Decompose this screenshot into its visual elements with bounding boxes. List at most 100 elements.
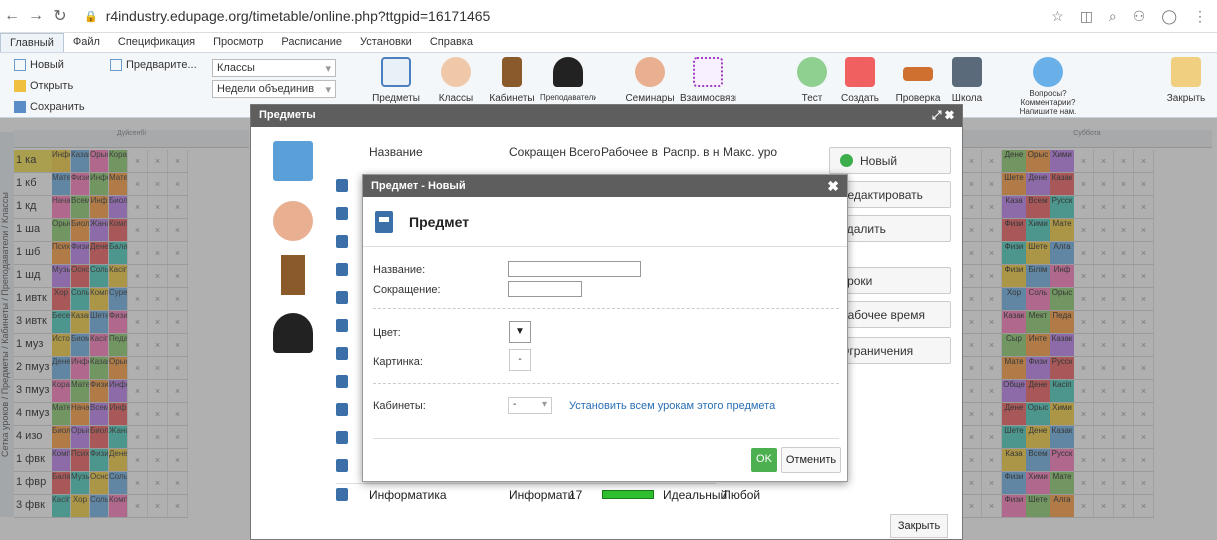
menu-help[interactable]: Справка [421,33,482,52]
classes-label: Классы [438,93,474,104]
divider [373,438,839,439]
new-subject-label: Новый [860,154,898,168]
school-icon [952,57,982,87]
close-dialog-button[interactable]: Закрыть [890,514,948,538]
save-button[interactable]: Сохранить [14,101,85,113]
subject-icon [336,319,348,332]
short-label: Сокращение: [373,284,441,296]
new-file-icon [14,59,26,71]
view-select[interactable]: Классы [212,59,336,77]
close-icon[interactable]: ✖ [827,178,839,195]
exit-icon [1171,57,1201,87]
extension-icon[interactable]: ⚇ [1133,8,1146,25]
profile-icon[interactable]: ◯ [1161,8,1177,25]
col-name[interactable]: Название [369,145,423,159]
menu-view[interactable]: Просмотр [204,33,272,52]
close-app-button[interactable]: Закрыть [1158,57,1214,104]
seminars-button[interactable]: Семинары [622,57,678,104]
subjects-label: Предметы [372,93,420,104]
star-icon[interactable]: ☆ [1051,8,1064,25]
new-subject-button[interactable]: Новый [829,147,951,174]
school-button[interactable]: Школа [946,57,988,104]
teachers-button[interactable]: Преподаватели [540,57,596,102]
create-label: Создать [840,93,879,104]
col-short[interactable]: Сокращен [509,145,566,159]
classes-side-icon[interactable] [273,201,313,241]
reload-icon[interactable]: ↻ [48,6,72,26]
subject-dist: Идеальный [663,488,728,502]
name-input[interactable] [508,261,641,277]
new-subject-dialog: Предмет - Новый ✖ Предмет Название: Сокра… [362,174,848,482]
browser-bar: ← → ↻ 🔒 r4industry.edupage.org/timetable… [0,0,1217,33]
divider [373,308,839,309]
new-button[interactable]: Новый [14,59,64,71]
rooms-button[interactable]: Кабинеты [484,57,540,104]
menu-settings[interactable]: Установки [351,33,421,52]
check-label: Проверка [895,93,941,104]
picture-label: Картинка: [373,356,423,368]
save-icon [14,101,26,113]
forward-icon[interactable]: → [24,7,48,25]
dialog-controls[interactable]: ⤢ ✖ [932,108,954,123]
menu-main[interactable]: Главный [0,33,64,52]
subjects-button[interactable]: Предметы [368,57,424,104]
check-button[interactable]: Проверка [890,57,946,104]
subjects-dialog-title-text: Предметы [259,109,316,121]
subject-icon [336,403,348,416]
app-menubar: Главный Файл Спецификация Просмотр Распи… [0,33,1217,53]
subject-icon [336,375,348,388]
relations-label: Взаимосвязи [680,93,736,104]
short-input[interactable] [508,281,582,297]
back-icon[interactable]: ← [0,7,24,25]
subject-icon [336,235,348,248]
picture-picker[interactable]: - [509,349,531,371]
close-app-label: Закрыть [1166,93,1206,104]
weeks-select[interactable]: Недели объединив [212,80,336,98]
open-button[interactable]: Открыть [14,80,73,92]
rooms-select[interactable]: - ▾ [508,397,552,414]
list-item-informatics[interactable]: Информатика Информати 17 Идеальный Любой [336,483,760,509]
color-picker[interactable]: ▼ [509,321,531,343]
col-distribution[interactable]: Распр. в н [663,145,719,159]
col-max[interactable]: Макс. уро [723,145,777,159]
preview-button[interactable]: Предварите... [110,59,197,71]
col-total[interactable]: Всего [569,145,600,159]
door-side-icon[interactable] [281,255,305,295]
col-worktime[interactable]: Рабочее в [601,145,658,159]
classes-button[interactable]: Классы [428,57,484,104]
menu-schedule[interactable]: Расписание [272,33,351,52]
divider [373,383,839,384]
seminars-icon [635,57,665,87]
subjects-dialog-title: Предметы ⤢ ✖ [251,105,962,127]
plus-icon [840,154,853,167]
shield-icon[interactable]: ◫ [1080,8,1093,25]
teachers-label: Преподаватели [540,93,596,102]
graduation-cap-side-icon[interactable] [273,313,313,353]
menu-file[interactable]: Файл [64,33,109,52]
rooms-value: - [513,399,517,410]
subjects-icon [381,57,411,87]
subject-short: Информати [509,488,575,502]
search-icon[interactable]: ⌕ [1109,8,1117,25]
subject-count: 17 [569,488,583,502]
preview-label: Предварите... [126,59,197,71]
cancel-button[interactable]: Отменить [781,447,841,473]
seminars-label: Семинары [625,93,675,104]
address-bar[interactable]: 🔒 r4industry.edupage.org/timetable/onlin… [84,8,490,24]
subject-icon [336,347,348,360]
folder-icon [14,80,26,92]
alarm-icon [845,57,875,87]
subject-icon [336,431,348,444]
apply-rooms-link[interactable]: Установить всем урокам этого предмета [569,400,775,412]
subject-name: Информатика [369,488,447,502]
subject-icon [336,207,348,220]
subjects-side-icon[interactable] [273,141,313,181]
create-button[interactable]: Создать [832,57,888,104]
relations-icon [693,57,723,87]
ok-button[interactable]: OK [751,448,777,472]
feedback-button[interactable]: Вопросы? Комментарии? Напишите нам. [1018,57,1078,116]
menu-spec[interactable]: Спецификация [109,33,204,52]
door-icon [502,57,522,87]
menu-icon[interactable]: ⋮ [1193,8,1207,25]
relations-button[interactable]: Взаимосвязи [680,57,736,104]
